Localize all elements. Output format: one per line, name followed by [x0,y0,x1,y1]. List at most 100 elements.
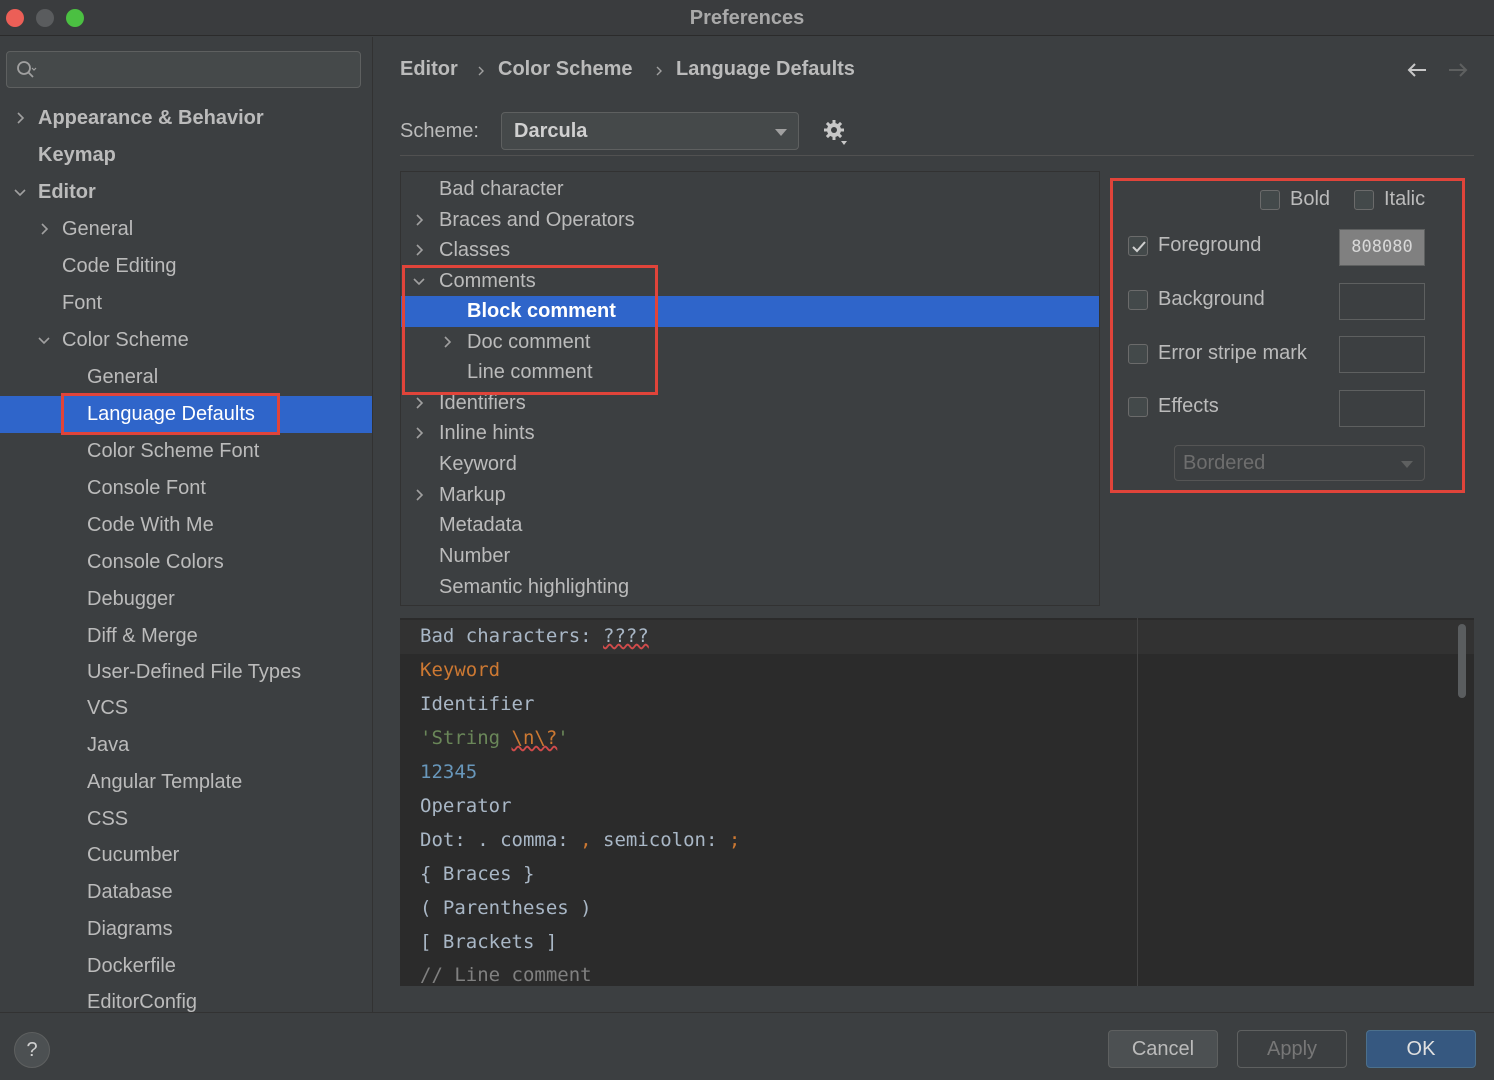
sidebar-item-keymap[interactable]: Keymap [0,137,372,174]
chevron-right-icon[interactable] [413,214,425,226]
preview-line-parentheses: ( Parentheses ) [420,897,592,919]
sidebar-item-label: Appearance & Behavior [38,107,264,129]
forward-arrow-icon[interactable] [1446,60,1470,80]
sidebar-item-label: User-Defined File Types [87,661,302,683]
error-stripe-color-swatch[interactable] [1339,336,1425,373]
preview-line-identifier: Identifier [420,693,535,715]
sidebar-item-java[interactable]: Java [0,727,372,764]
effects-color-swatch[interactable] [1339,390,1425,427]
sidebar-item-console-font[interactable]: Console Font [0,470,372,507]
sidebar-item-general[interactable]: General [0,211,372,248]
sidebar-item-color-scheme[interactable]: Color Scheme [0,322,372,359]
attribute-label: Number [439,545,511,567]
cancel-button[interactable]: Cancel [1108,1030,1218,1068]
error-stripe-label: Error stripe mark [1158,342,1307,364]
chevron-right-icon[interactable] [413,397,425,409]
attribute-item-bad-character[interactable]: Bad character [401,174,1099,205]
sidebar-item-code-with-me[interactable]: Code With Me [0,507,372,544]
sidebar-item-code-editing[interactable]: Code Editing [0,248,372,285]
chevron-right-icon[interactable] [38,223,50,235]
search-input[interactable] [6,51,361,88]
italic-checkbox[interactable] [1354,190,1374,210]
sidebar-item-color-scheme-font[interactable]: Color Scheme Font [0,433,372,470]
scheme-dropdown[interactable]: Darcula [501,112,799,150]
sidebar-item-label: Color Scheme [62,329,189,351]
attribute-label: Inline hints [439,422,535,444]
foreground-checkbox[interactable] [1128,236,1148,256]
sidebar-item-diff-merge[interactable]: Diff & Merge [0,618,372,655]
dialog-footer: ? Cancel Apply OK [0,1012,1494,1080]
attribute-item-semantic-highlighting[interactable]: Semantic highlighting [401,572,1099,603]
sidebar-item-vcs[interactable]: VCS [0,690,372,727]
sidebar-item-css[interactable]: CSS [0,801,372,838]
background-checkbox[interactable] [1128,290,1148,310]
back-arrow-icon[interactable] [1405,60,1429,80]
chevron-right-icon [656,66,662,76]
chevron-right-icon[interactable] [413,427,425,439]
scheme-value: Darcula [514,120,588,142]
preview-line-comment: // Line comment [420,964,592,986]
error-stripe-checkbox[interactable] [1128,344,1148,364]
sidebar-item-editorconfig[interactable]: EditorConfig [0,984,372,1012]
sidebar-item-diagrams[interactable]: Diagrams [0,911,372,948]
attribute-item-keyword[interactable]: Keyword [401,449,1099,480]
sidebar-item-font[interactable]: Font [0,285,372,322]
preview-comma: , [580,829,592,851]
bold-label: Bold [1290,188,1331,210]
preview-bad-chars: ???? [603,625,649,647]
sidebar-item-color-scheme-general[interactable]: General [0,359,372,396]
attribute-item-classes[interactable]: Classes [401,235,1099,266]
sidebar-item-console-colors[interactable]: Console Colors [0,544,372,581]
ok-button[interactable]: OK [1366,1030,1476,1068]
attribute-item-inline-hints[interactable]: Inline hints [401,418,1099,449]
attribute-item-number[interactable]: Number [401,541,1099,572]
background-color-swatch[interactable] [1339,283,1425,320]
sidebar-item-label: Diagrams [87,918,173,940]
chevron-right-icon[interactable] [413,489,425,501]
preview-text: Dot: . comma: [420,829,581,851]
breadcrumb-item-language-defaults: Language Defaults [676,58,855,80]
sidebar-item-label: General [62,218,134,240]
attribute-item-braces-operators[interactable]: Braces and Operators [401,205,1099,236]
preview-line-braces: { Braces } [420,863,535,885]
highlight-box-language-defaults [61,393,280,435]
sidebar-item-label: Code Editing [62,255,177,277]
apply-button[interactable]: Apply [1237,1030,1347,1068]
right-margin-guide [1137,618,1138,986]
preview-text: Bad characters: [420,625,604,647]
preview-text: ' [557,727,569,749]
chevron-right-icon[interactable] [413,244,425,256]
sidebar-item-user-defined-file-types[interactable]: User-Defined File Types [0,654,372,691]
effects-type-dropdown[interactable]: Bordered [1174,445,1425,481]
sidebar-item-angular-template[interactable]: Angular Template [0,764,372,801]
chevron-down-icon[interactable] [38,334,50,346]
preview-editor[interactable]: Bad characters: ???? Keyword Identifier … [400,618,1474,986]
foreground-color-swatch[interactable]: 808080 [1339,229,1425,266]
attribute-label: Metadata [439,514,523,536]
attribute-item-markup[interactable]: Markup [401,480,1099,511]
sidebar-item-editor[interactable]: Editor [0,174,372,211]
breadcrumb-item-editor[interactable]: Editor [400,58,458,81]
highlight-box-comments [402,265,658,395]
preview-scrollbar[interactable] [1458,624,1466,698]
attribute-item-metadata[interactable]: Metadata [401,510,1099,541]
bold-checkbox[interactable] [1260,190,1280,210]
sidebar-item-dockerfile[interactable]: Dockerfile [0,948,372,985]
chevron-right-icon[interactable] [14,112,26,124]
chevron-down-icon[interactable] [14,186,26,198]
breadcrumb-item-color-scheme[interactable]: Color Scheme [498,58,632,81]
preview-line-keyword: Keyword [420,659,501,681]
sidebar-item-label: Angular Template [87,771,243,793]
help-button[interactable]: ? [14,1032,50,1068]
sidebar-item-debugger[interactable]: Debugger [0,581,372,618]
effects-checkbox[interactable] [1128,397,1148,417]
sidebar-item-appearance-behavior[interactable]: Appearance & Behavior [0,100,372,137]
sidebar-item-database[interactable]: Database [0,874,372,911]
preview-text: 'String [420,727,512,749]
gear-icon[interactable] [822,118,850,146]
preview-line-brackets: [ Brackets ] [420,931,558,953]
sidebar-item-cucumber[interactable]: Cucumber [0,837,372,874]
effects-type-value: Bordered [1183,452,1266,474]
chevron-right-icon [478,66,484,76]
preview-line-number: 12345 [420,761,478,783]
